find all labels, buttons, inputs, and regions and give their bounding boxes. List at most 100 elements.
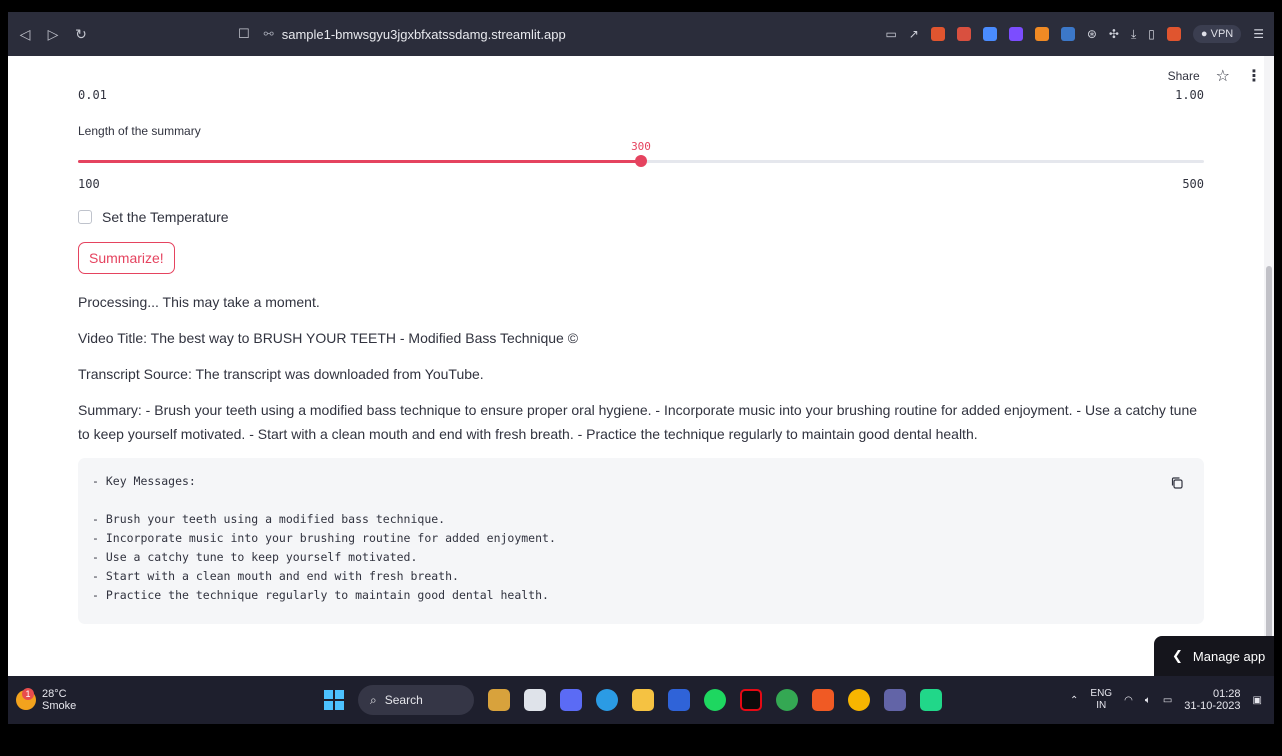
netflix-icon[interactable] <box>740 689 762 711</box>
app-icon[interactable] <box>668 689 690 711</box>
pycharm-icon[interactable] <box>920 689 942 711</box>
copy-icon[interactable] <box>1170 476 1184 490</box>
lang-bottom: IN <box>1096 700 1107 711</box>
notification-icon[interactable]: ▣ <box>1253 695 1262 706</box>
range-min-label: 0.01 <box>78 88 107 102</box>
manage-app-label: Manage app <box>1192 648 1266 664</box>
processing-text: Processing... This may take a moment. <box>78 294 320 310</box>
slider-fill <box>78 160 641 163</box>
menu-icon[interactable]: ☰ <box>1253 27 1264 41</box>
app-header-actions: Share ☆ ⋮ <box>1168 66 1262 86</box>
slider-label: Length of the summary <box>78 124 201 138</box>
extension-icon[interactable] <box>982 27 997 41</box>
code-line: - Practice the technique regularly to ma… <box>92 588 549 602</box>
slider-min-label: 100 <box>78 177 100 191</box>
extension-icon[interactable]: ⊛ <box>1087 27 1097 41</box>
notification-badge: 1 <box>22 688 34 700</box>
volume-icon[interactable]: 🔈︎ <box>1145 695 1151 706</box>
chat-icon[interactable] <box>560 689 582 711</box>
system-tray: ⌃ ENG IN ◠ 🔈︎ ▭ 01:28 31-10-2023 ▣ <box>1070 688 1262 712</box>
code-line: - Incorporate music into your brushing r… <box>92 531 556 545</box>
chevron-up-icon[interactable]: ⌃ <box>1070 695 1078 706</box>
clock[interactable]: 01:28 31-10-2023 <box>1184 688 1240 712</box>
lang-top: ENG <box>1090 688 1113 699</box>
chevron-left-icon: ❮ <box>1172 648 1183 663</box>
code-line: - Brush your teeth using a modified bass… <box>92 512 446 526</box>
code-lines: - Key Messages: - Brush your teeth using … <box>92 474 1190 607</box>
key-messages-code-block: - Key Messages: - Brush your teeth using … <box>78 458 1204 624</box>
slider-max-label: 500 <box>1182 177 1204 191</box>
code-line: - Key Messages: <box>92 474 196 488</box>
bookmark-icon[interactable]: ☐ <box>238 26 250 42</box>
weather-desc: Smoke <box>42 700 77 712</box>
metamask-icon[interactable] <box>1034 27 1049 41</box>
more-options-icon[interactable]: ⋮ <box>1246 66 1262 86</box>
summary-length-slider[interactable]: 300 <box>78 140 1204 180</box>
transcript-source-text: Transcript Source: The transcript was do… <box>78 366 484 382</box>
teams-icon[interactable] <box>884 689 906 711</box>
streamlit-page: Share ☆ ⋮ 0.01 1.00 Length of the summar… <box>8 56 1274 676</box>
task-view-icon[interactable] <box>524 689 546 711</box>
temperature-checkbox[interactable] <box>78 210 92 224</box>
windows-taskbar: 1 28°C Smoke ⌕ Search ⌃ ENG IN ◠ 🔈︎ ▭ 01… <box>8 676 1274 724</box>
range-max-label: 1.00 <box>1175 88 1204 102</box>
star-icon[interactable]: ☆ <box>1216 66 1230 86</box>
language-indicator[interactable]: ENG IN <box>1090 688 1112 712</box>
url-text: sample1-bmwsgyu3jgxbfxatssdamg.streamlit… <box>281 26 566 42</box>
brave-shield-icon[interactable] <box>930 27 945 41</box>
wallet-icon[interactable] <box>1166 27 1181 41</box>
edge-icon[interactable] <box>596 689 618 711</box>
address-bar[interactable]: ⚯ sample1-bmwsgyu3jgxbfxatssdamg.streaml… <box>264 27 566 42</box>
browser-extensions: ▭ ↗ ⊛ ✣ ⤓ ▯ ● VPN ☰ <box>885 12 1264 56</box>
clock-date: 31-10-2023 <box>1184 700 1241 712</box>
vpn-label: VPN <box>1210 28 1234 40</box>
forward-icon[interactable]: ▷ <box>46 26 60 43</box>
slider-value-label: 300 <box>631 140 651 153</box>
chrome-icon[interactable] <box>848 689 870 711</box>
code-line: - Use a catchy tune to keep yourself mot… <box>92 550 418 564</box>
taskbar-apps: ⌕ Search <box>324 685 942 715</box>
temperature-checkbox-row[interactable]: Set the Temperature <box>78 209 229 225</box>
browser-toolbar: ◁ ▷ ↻ ☐ ⚯ sample1-bmwsgyu3jgxbfxatssdamg… <box>8 12 1274 56</box>
weather-sun-icon: 1 <box>16 688 36 710</box>
share-page-icon[interactable]: ↗ <box>909 27 919 41</box>
xbox-icon[interactable] <box>776 689 798 711</box>
taskbar-search[interactable]: ⌕ Search <box>358 685 474 715</box>
spotify-icon[interactable] <box>704 689 726 711</box>
temperature-range: 0.01 1.00 <box>78 88 1204 102</box>
clock-time: 01:28 <box>1213 688 1241 700</box>
site-settings-icon[interactable]: ⚯ <box>264 27 274 41</box>
scrollbar-thumb[interactable] <box>1266 266 1272 676</box>
extension-icon[interactable] <box>1008 27 1023 41</box>
summarize-button[interactable]: Summarize! <box>78 242 175 274</box>
brave-rewards-icon[interactable] <box>956 27 971 41</box>
wifi-icon[interactable]: ◠ <box>1124 695 1133 706</box>
browser-nav: ◁ ▷ ↻ <box>18 26 88 43</box>
download-icon[interactable]: ⤓ <box>1131 27 1136 42</box>
battery-icon[interactable]: ▭ <box>1163 695 1172 706</box>
windows-start-icon[interactable] <box>324 690 344 710</box>
cast-icon[interactable]: ▭ <box>885 27 896 41</box>
slider-range: 100 500 <box>78 177 1204 191</box>
puzzle-icon[interactable]: ✣ <box>1109 27 1119 41</box>
search-icon: ⌕ <box>370 692 377 707</box>
weather-widget[interactable]: 1 28°C Smoke <box>16 688 76 712</box>
video-title-text: Video Title: The best way to BRUSH YOUR … <box>78 330 579 346</box>
summary-text: Summary: - Brush your teeth using a modi… <box>78 402 1198 442</box>
back-icon[interactable]: ◁ <box>18 26 32 43</box>
vpn-button[interactable]: ● VPN <box>1192 25 1242 43</box>
scrollbar[interactable] <box>1264 56 1274 676</box>
weather-temp: 28°C <box>42 688 67 700</box>
search-label: Search <box>384 693 423 707</box>
share-button[interactable]: Share <box>1168 69 1200 83</box>
manage-app-button[interactable]: ❮ Manage app <box>1154 636 1274 676</box>
reload-icon[interactable]: ↻ <box>74 26 88 43</box>
extension-icon[interactable] <box>1060 27 1075 41</box>
brave-icon[interactable] <box>812 689 834 711</box>
file-explorer-icon[interactable] <box>632 689 654 711</box>
sidebar-icon[interactable]: ▯ <box>1148 27 1155 41</box>
slider-thumb[interactable] <box>635 155 647 167</box>
checkbox-label: Set the Temperature <box>102 209 229 225</box>
widgets-icon[interactable] <box>488 689 510 711</box>
